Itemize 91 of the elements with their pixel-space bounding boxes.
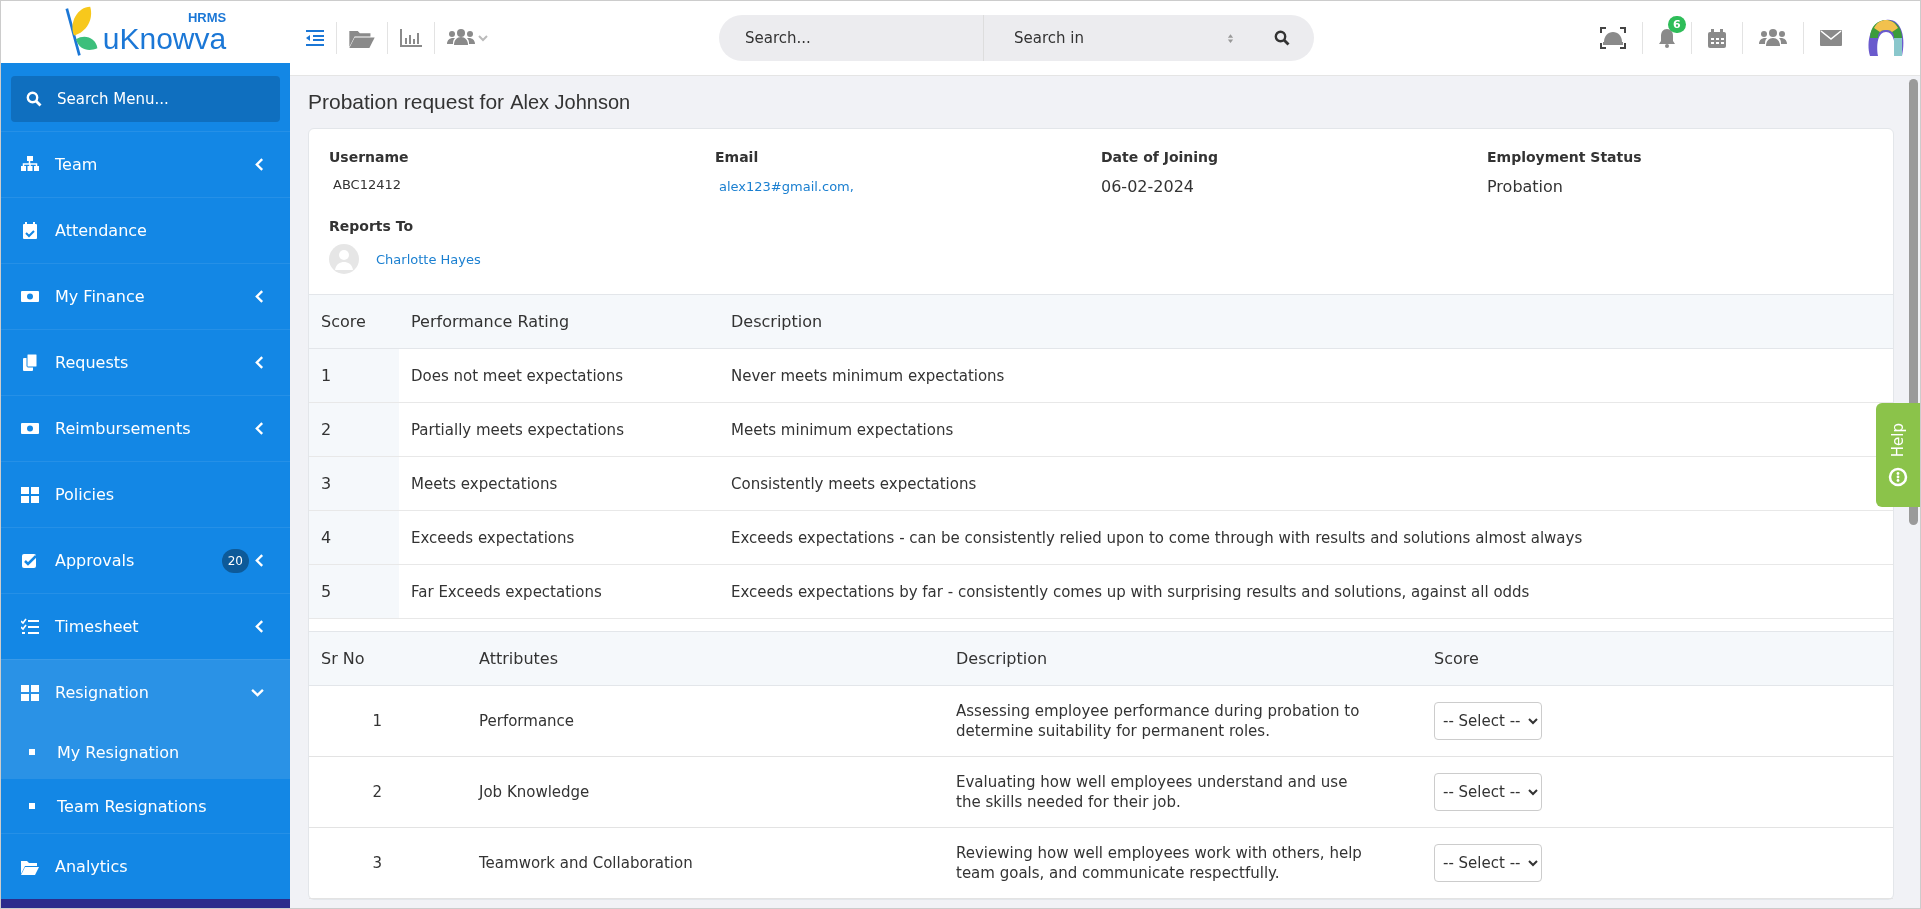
table-cell: Meets expectations bbox=[399, 456, 719, 511]
table-cell: 2 bbox=[309, 402, 399, 457]
sidebar-item-label: My Finance bbox=[55, 287, 146, 307]
chat-bubble-icon bbox=[1888, 467, 1908, 488]
notification-badge: 6 bbox=[1668, 16, 1686, 33]
employee-name: Alex Johnson bbox=[510, 91, 631, 114]
field-label: Reports To bbox=[329, 218, 415, 234]
table-cell: 1 bbox=[309, 685, 467, 757]
table-cell: Partially meets expectations bbox=[399, 402, 719, 457]
table-cell: Teamwork and Collaboration bbox=[467, 827, 944, 899]
grid-icon bbox=[21, 485, 39, 504]
manager-link[interactable]: Charlotte Hayes bbox=[376, 251, 481, 267]
menu-search-field[interactable]: Search Menu... bbox=[11, 76, 280, 123]
help-tab[interactable]: Help bbox=[1876, 403, 1920, 507]
table-cell: Evaluating how well employees understand and use the skills needed for their job. bbox=[944, 756, 1422, 828]
table-cell: 2 bbox=[309, 756, 467, 828]
sidebar-subitem-label: Team Resignations bbox=[57, 796, 208, 816]
table-cell: 3 bbox=[309, 456, 399, 511]
table-cell: 3 bbox=[309, 827, 467, 899]
field-value: Probation bbox=[1487, 177, 1564, 196]
calendar-icon[interactable] bbox=[1708, 28, 1726, 48]
sidebar-item-label: Team bbox=[55, 155, 99, 175]
bullet-icon bbox=[29, 803, 35, 810]
search-icon bbox=[26, 91, 42, 108]
sidebar-item-label: Resignation bbox=[55, 683, 150, 703]
users-dropdown-icon[interactable] bbox=[447, 28, 489, 48]
field-value: 06-02-2024 bbox=[1101, 177, 1195, 196]
email-link[interactable]: alex123#gmail.com, bbox=[715, 179, 854, 194]
table-cell: Does not meet expectations bbox=[399, 348, 719, 403]
column-header: Score bbox=[1422, 631, 1893, 686]
field-label: Employment Status bbox=[1487, 149, 1643, 165]
bell-icon[interactable] bbox=[1659, 28, 1675, 48]
logo-tagline: HRMS bbox=[187, 10, 227, 24]
grid-icon bbox=[21, 683, 39, 702]
table-cell: Exceeds expectations by far - consistently comes up with surprising results and solutions, against all odds bbox=[719, 564, 1893, 619]
column-header: Score bbox=[309, 294, 399, 349]
checklist-icon bbox=[21, 617, 39, 636]
envelope-icon[interactable] bbox=[1820, 30, 1842, 46]
indent-icon[interactable] bbox=[306, 30, 324, 46]
users-icon[interactable] bbox=[1759, 29, 1787, 47]
column-header: Attributes bbox=[467, 631, 944, 686]
avatar-silhouette-icon bbox=[329, 244, 359, 274]
column-header: Performance Rating bbox=[399, 294, 719, 349]
sidebar-subitem[interactable]: Team Resignations bbox=[1, 779, 290, 834]
score-dropdown[interactable]: -- Select -- bbox=[1434, 773, 1542, 811]
table-cell: Far Exceeds expectations bbox=[399, 564, 719, 619]
column-header: Sr No bbox=[309, 631, 467, 686]
column-header: Description bbox=[719, 294, 1893, 349]
sidebar-item[interactable]: Approvals 20 bbox=[1, 527, 290, 594]
table-cell: Performance bbox=[467, 685, 944, 757]
sidebar-item-label: Attendance bbox=[55, 221, 148, 241]
sidebar-item-label: Approvals bbox=[55, 551, 136, 571]
table-cell: Exceeds expectations bbox=[399, 510, 719, 565]
field-label: Email bbox=[715, 149, 760, 165]
sidebar-item[interactable]: Resignation bbox=[1, 659, 290, 726]
sidebar-item-label: Policies bbox=[55, 485, 116, 505]
field-value: ABC12412 bbox=[332, 177, 402, 192]
search-field[interactable]: Search... bbox=[743, 28, 983, 48]
bar-chart-icon[interactable] bbox=[400, 29, 422, 47]
score-dropdown[interactable]: -- Select -- bbox=[1434, 844, 1542, 882]
face-scan-icon[interactable] bbox=[1600, 27, 1626, 49]
table-cell: Never meets minimum expectations bbox=[719, 348, 1893, 403]
calendar-check-icon bbox=[21, 221, 39, 240]
bullet-icon bbox=[29, 749, 35, 756]
table-cell: Exceeds expectations - can be consistently relied upon to come through with results and solutions almost always bbox=[719, 510, 1893, 565]
table-cell: 4 bbox=[309, 510, 399, 565]
field-label: Username bbox=[329, 149, 410, 165]
search-icon[interactable] bbox=[1274, 30, 1290, 46]
table-cell: Job Knowledge bbox=[467, 756, 944, 828]
table-cell: Reviewing how well employees work with others, help team goals, and communicate respectfully. bbox=[944, 827, 1422, 899]
sort-caret-icon bbox=[1227, 32, 1234, 44]
table-cell: Assessing employee performance during probation to determine suitability for permanent roles. bbox=[944, 685, 1422, 757]
sidebar-item-label: Reimbursements bbox=[55, 419, 192, 439]
search-in-dropdown[interactable]: Search in bbox=[983, 15, 1264, 61]
table-cell: 5 bbox=[309, 564, 399, 619]
sidebar-subitem[interactable]: My Resignation bbox=[1, 725, 290, 780]
score-dropdown[interactable]: -- Select -- bbox=[1434, 702, 1542, 740]
column-header: Description bbox=[944, 631, 1422, 686]
sidebar-item-label: Analytics bbox=[55, 857, 129, 877]
documents-icon bbox=[21, 353, 39, 372]
sidebar-subitem-label: My Resignation bbox=[57, 742, 181, 762]
count-badge: 20 bbox=[221, 548, 249, 573]
sidebar-item-label: Requests bbox=[55, 353, 130, 373]
sidebar-item-label: Timesheet bbox=[55, 617, 140, 637]
logo-wordmark: uKnowva bbox=[102, 23, 227, 54]
page-title: Probation request for bbox=[308, 90, 505, 114]
folder-icon[interactable] bbox=[349, 28, 375, 48]
checkbox-icon bbox=[21, 551, 39, 570]
table-cell: 1 bbox=[309, 348, 399, 403]
field-label: Date of Joining bbox=[1101, 149, 1220, 165]
sitemap-icon bbox=[21, 155, 39, 174]
